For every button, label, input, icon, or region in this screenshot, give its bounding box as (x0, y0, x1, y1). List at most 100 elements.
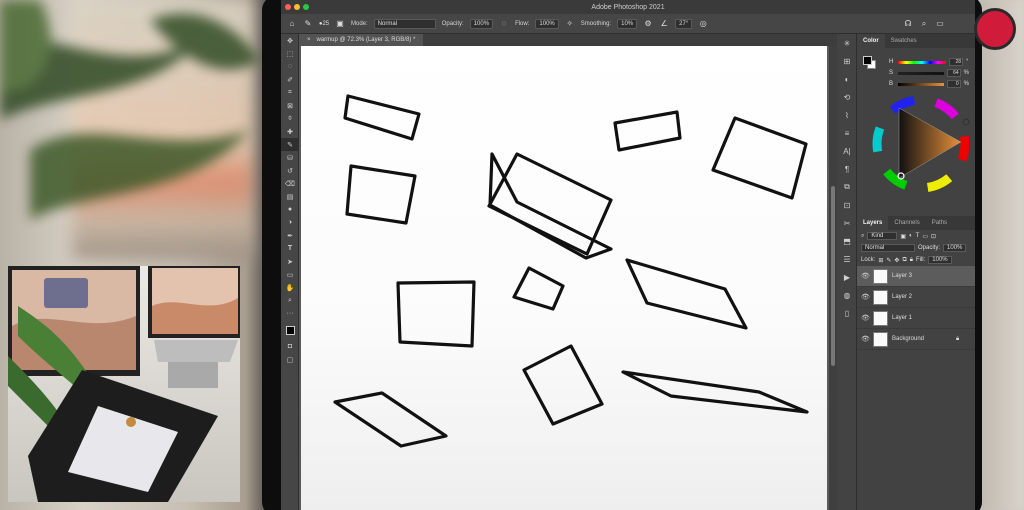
close-window-button[interactable] (285, 4, 291, 10)
hand-tool-icon[interactable]: ✋ (281, 281, 299, 294)
saturation-slider[interactable]: S 64 % (889, 69, 969, 77)
filter-type-icon[interactable]: T (916, 233, 920, 239)
move-tool-icon[interactable]: ✥ (281, 34, 299, 47)
brush-tool-icon[interactable]: ✎ (281, 138, 299, 151)
pressure-size-icon[interactable]: ◎ (698, 19, 708, 29)
visibility-eye-icon[interactable]: 👁︎ (861, 272, 870, 280)
tab-color[interactable]: Color (857, 34, 885, 48)
gear-icon[interactable]: ⚙ (643, 19, 653, 29)
brightness-value[interactable]: 0 (947, 80, 961, 88)
filter-shape-icon[interactable]: ▭ (922, 233, 928, 240)
mode-dropdown[interactable]: Normal (373, 18, 436, 29)
fg-bg-swatches[interactable] (863, 56, 877, 70)
tab-paths[interactable]: Paths (926, 216, 953, 230)
notes-panel-icon[interactable]: ▯ (837, 304, 857, 322)
brush-tool-icon[interactable]: ✎ (303, 19, 313, 29)
pen-tool-icon[interactable]: ✒ (281, 229, 299, 242)
opacity-field[interactable]: 100% (469, 18, 494, 29)
smoothing-field[interactable]: 10% (617, 18, 638, 29)
filter-kind-dropdown[interactable]: Kind (867, 232, 898, 240)
more-tools-icon[interactable]: ··· (281, 307, 299, 320)
search-icon[interactable]: ⌕ (919, 19, 929, 29)
color-wheel-panel-icon[interactable]: ◍ (837, 286, 857, 304)
share-icon[interactable]: ☊ (903, 19, 913, 29)
vertical-scrollbar[interactable] (829, 46, 837, 510)
paragraph-panel-icon[interactable]: ¶ (837, 160, 857, 178)
layer-row[interactable]: 👁︎ Background 🔒︎ (857, 329, 975, 350)
actions-panel-icon[interactable]: ▶ (837, 268, 857, 286)
workspace-icon[interactable]: ▭ (935, 19, 945, 29)
tools-presets-panel-icon[interactable]: ✂ (837, 214, 857, 232)
lock-transparent-icon[interactable]: ⊞ (878, 257, 883, 264)
brightness-slider[interactable]: B 0 % (889, 80, 969, 88)
lasso-tool-icon[interactable]: ◌ (281, 60, 299, 73)
minimize-window-button[interactable] (294, 4, 300, 10)
history-brush-tool-icon[interactable]: ↺ (281, 164, 299, 177)
clone-source-panel-icon[interactable]: ⧉ (837, 178, 857, 196)
home-icon[interactable]: ⌂ (287, 19, 297, 29)
info-panel-icon[interactable]: ☰ (837, 250, 857, 268)
learn-panel-icon[interactable]: ✳ (837, 34, 857, 52)
layer-row[interactable]: 👁︎ Layer 1 (857, 308, 975, 329)
flow-field[interactable]: 100% (535, 18, 559, 29)
brush-settings-icon[interactable]: ▣ (335, 19, 345, 29)
character-panel-icon[interactable]: A| (837, 142, 857, 160)
tab-layers[interactable]: Layers (857, 216, 889, 230)
document-tab[interactable]: × warmup @ 72.3% (Layer 3, RGB/8) * (299, 34, 424, 46)
crop-tool-icon[interactable]: ⌗ (281, 86, 299, 99)
eraser-tool-icon[interactable]: ⌫ (281, 177, 299, 190)
type-tool-icon[interactable]: T (281, 242, 299, 255)
tab-swatches[interactable]: Swatches (885, 34, 923, 48)
lock-all-icon[interactable]: 🔒︎ (910, 257, 913, 264)
filter-smart-icon[interactable]: ⊡ (931, 233, 936, 240)
lock-position-icon[interactable]: ✥ (894, 257, 899, 264)
screen-mode-icon[interactable]: ▢ (281, 353, 299, 366)
quick-mask-icon[interactable]: ◘ (281, 340, 299, 353)
fill-field[interactable]: 100% (928, 256, 952, 264)
frame-tool-icon[interactable]: ⊠ (281, 99, 299, 112)
path-select-tool-icon[interactable]: ➤ (281, 255, 299, 268)
angle-field[interactable]: 27° (675, 18, 693, 29)
filter-pixel-icon[interactable]: ▣ (900, 233, 906, 240)
stamp-tool-icon[interactable]: ⛁ (281, 151, 299, 164)
gradient-tool-icon[interactable]: ▤ (281, 190, 299, 203)
document-canvas[interactable] (301, 46, 827, 510)
marquee-tool-icon[interactable]: ⬚ (281, 47, 299, 60)
blend-mode-dropdown[interactable]: Normal (861, 244, 915, 252)
zoom-tool-icon[interactable]: ⌕ (281, 294, 299, 307)
layer-row[interactable]: 👁︎ Layer 2 (857, 287, 975, 308)
properties-panel-icon[interactable]: ⊡ (837, 196, 857, 214)
libraries-panel-icon[interactable]: ⊞ (837, 52, 857, 70)
history-panel-icon[interactable]: ⟲ (837, 88, 857, 106)
tab-channels[interactable]: Channels (888, 216, 925, 230)
color-wheel[interactable] (869, 92, 973, 196)
quick-select-tool-icon[interactable]: ✐ (281, 73, 299, 86)
filter-adjust-icon[interactable]: ◐ (909, 233, 913, 239)
panel-icon-strip: ✳ ⊞ ◐ ⟲ ⌇ ≡ A| ¶ ⧉ ⊡ ✂ ⬒ ☰ ▶ ◍ ▯ (837, 34, 857, 510)
healing-tool-icon[interactable]: ✚ (281, 125, 299, 138)
lock-artboard-icon[interactable]: ⧉ (902, 257, 906, 264)
zoom-window-button[interactable] (303, 4, 309, 10)
airbrush-icon[interactable]: ✧ (565, 19, 575, 29)
brush-settings-panel-icon[interactable]: ≡ (837, 124, 857, 142)
blur-tool-icon[interactable]: ● (281, 203, 299, 216)
rectangle-tool-icon[interactable]: ▭ (281, 268, 299, 281)
hue-slider[interactable]: H 28 ° (889, 58, 969, 66)
layer-row[interactable]: 👁︎ Layer 3 (857, 266, 975, 287)
lock-pixels-icon[interactable]: ✎ (886, 257, 891, 264)
brush-preset-picker[interactable]: ● 25 (319, 19, 329, 29)
brushes-panel-icon[interactable]: ⌇ (837, 106, 857, 124)
layer-opacity-field[interactable]: 100% (943, 244, 967, 252)
eyedropper-tool-icon[interactable]: ⌽ (281, 112, 299, 125)
saturation-value[interactable]: 64 (947, 69, 961, 77)
visibility-eye-icon[interactable]: 👁︎ (861, 293, 870, 301)
dodge-tool-icon[interactable]: ◑ (281, 216, 299, 229)
adjustments-panel-icon[interactable]: ◐ (837, 70, 857, 88)
hue-value[interactable]: 28 (949, 58, 963, 66)
close-tab-icon[interactable]: × (307, 37, 311, 43)
visibility-eye-icon[interactable]: 👁︎ (861, 335, 870, 343)
color-swatches-icon[interactable] (281, 320, 299, 340)
navigator-panel-icon[interactable]: ⬒ (837, 232, 857, 250)
visibility-eye-icon[interactable]: 👁︎ (861, 314, 870, 322)
pressure-opacity-icon[interactable]: ◌ (499, 19, 509, 29)
